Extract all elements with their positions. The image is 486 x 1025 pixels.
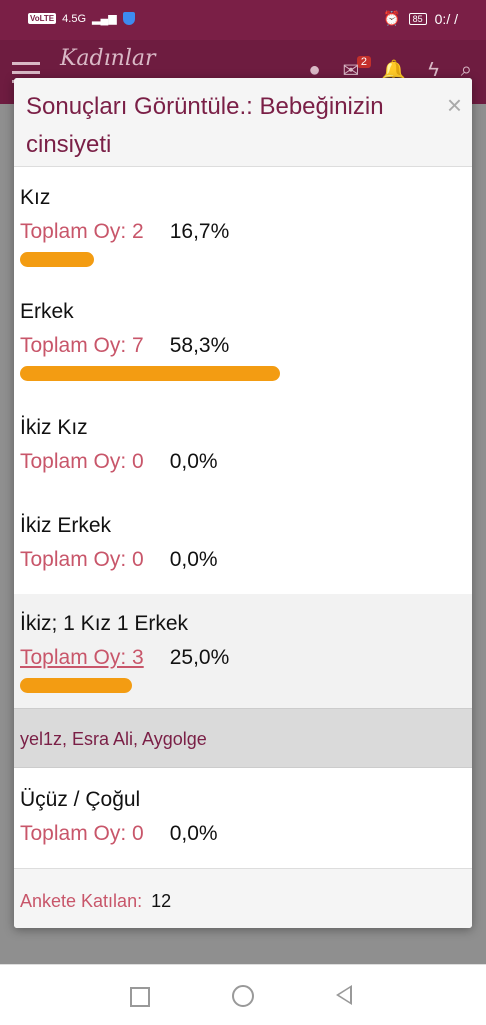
vote-bar <box>20 678 132 693</box>
network-type: 4.5G <box>62 12 87 25</box>
poll-option: İkiz Erkek Toplam Oy: 0 0,0% <box>14 514 472 594</box>
battery-icon: 85 <box>408 12 427 25</box>
dialog-title: Sonuçları Görüntüle.: Bebeğinizin cinsiy… <box>26 93 384 158</box>
option-label: Erkek <box>20 300 74 323</box>
option-label: İkiz Erkek <box>20 514 112 537</box>
status-left: VoLTE 4.5G ▂▄▆ <box>28 12 135 25</box>
vote-bar <box>20 252 94 267</box>
option-label: Kız <box>20 186 51 209</box>
participants-label: Ankete Katılan: <box>20 891 143 911</box>
poll-option-selected: İkiz; 1 Kız 1 Erkek Toplam Oy: 3 25,0% <box>14 594 472 708</box>
volte-badge: VoLTE <box>28 13 57 24</box>
recent-apps-icon[interactable] <box>130 987 150 1007</box>
option-percent: 16,7% <box>169 220 230 243</box>
dialog-header: Sonuçları Görüntüle.: Bebeğinizin cinsiy… <box>14 78 472 167</box>
total-votes-link[interactable]: Toplam Oy: 3 <box>20 646 144 670</box>
status-right: ⏰ 85 0:/ / <box>383 10 458 27</box>
total-votes-link[interactable]: Toplam Oy: 2 <box>20 220 144 244</box>
option-label: İkiz; 1 Kız 1 Erkek <box>20 612 189 635</box>
participants-count: 12 <box>151 891 172 911</box>
option-percent: 58,3% <box>169 334 230 357</box>
signal-icon: ▂▄▆ <box>92 13 117 25</box>
option-percent: 0,0% <box>169 822 218 845</box>
poll-option: Üçüz / Çoğul Toplam Oy: 0 0,0% <box>14 788 472 868</box>
home-icon[interactable] <box>232 985 254 1007</box>
option-label: Üçüz / Çoğul <box>20 788 141 811</box>
clock: 0:/ / <box>434 10 458 27</box>
close-icon[interactable]: × <box>447 90 462 121</box>
vote-bar <box>20 366 280 381</box>
poll-results-dialog: Sonuçları Görüntüle.: Bebeğinizin cinsiy… <box>14 78 472 928</box>
status-bar: VoLTE 4.5G ▂▄▆ ⏰ 85 0:/ / <box>0 0 486 40</box>
poll-option: İkiz Kız Toplam Oy: 0 0,0% <box>14 416 472 496</box>
site-logo[interactable]: Kadınlar <box>60 46 156 71</box>
option-percent: 25,0% <box>169 646 230 669</box>
dialog-footer: Ankete Katılan: 12 <box>14 868 472 928</box>
option-percent: 0,0% <box>169 548 218 571</box>
poll-option: Kız Toplam Oy: 2 16,7% <box>14 186 472 286</box>
total-votes-link[interactable]: Toplam Oy: 0 <box>20 548 144 572</box>
total-votes-link[interactable]: Toplam Oy: 7 <box>20 334 144 358</box>
total-votes-link[interactable]: Toplam Oy: 0 <box>20 822 144 846</box>
option-label: İkiz Kız <box>20 416 88 439</box>
total-votes-link[interactable]: Toplam Oy: 0 <box>20 450 144 474</box>
alarm-icon: ⏰ <box>383 10 401 26</box>
back-icon[interactable] <box>336 985 352 1005</box>
voters-list[interactable]: yel1z, Esra Ali, Aygolge <box>14 708 472 768</box>
poll-option: Erkek Toplam Oy: 7 58,3% <box>14 300 472 400</box>
system-nav-bar <box>0 964 486 1025</box>
shield-icon <box>122 12 135 25</box>
option-percent: 0,0% <box>169 450 218 473</box>
